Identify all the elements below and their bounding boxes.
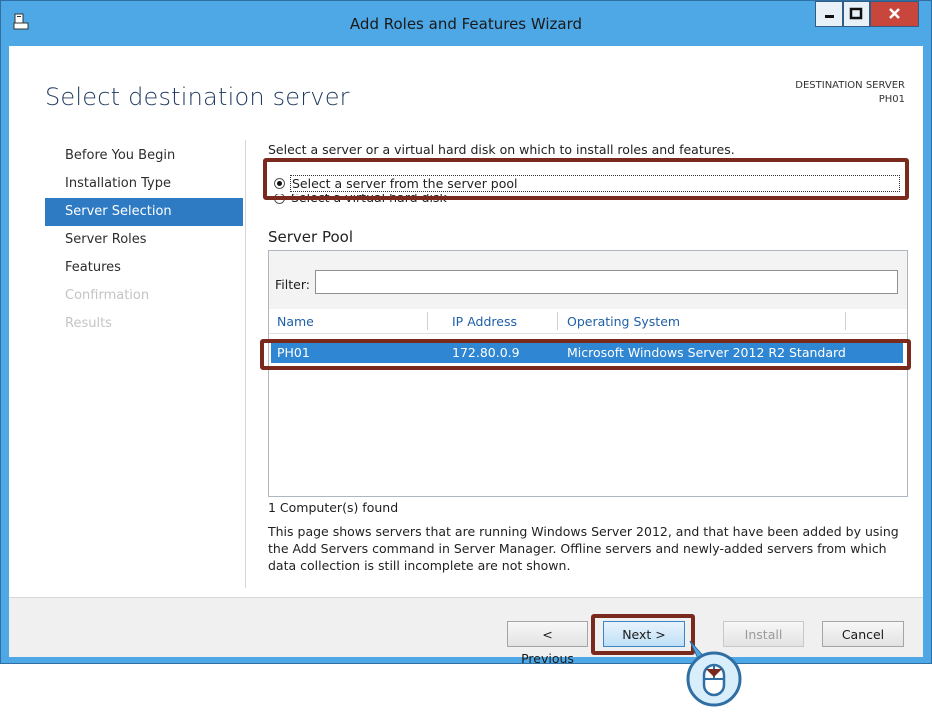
button-bar: < Previous Next > Install Cancel xyxy=(9,597,923,666)
column-divider xyxy=(557,312,558,330)
server-pool-table: Filter: Name IP Address Operating System… xyxy=(268,250,908,497)
title-bar[interactable]: Add Roles and Features Wizard xyxy=(1,1,931,45)
mouse-click-icon xyxy=(686,640,742,707)
maximize-button[interactable] xyxy=(843,1,870,27)
destination-server: DESTINATION SERVER PH01 xyxy=(795,79,905,107)
filter-label: Filter: xyxy=(275,277,310,292)
row-ip: 172.80.0.9 xyxy=(452,345,520,360)
nav-item-installation-type[interactable]: Installation Type xyxy=(45,170,243,198)
window-title: Add Roles and Features Wizard xyxy=(349,15,583,33)
filter-bar: Filter: xyxy=(269,251,907,310)
close-icon xyxy=(889,8,900,19)
column-divider xyxy=(845,312,846,330)
column-operating-system[interactable]: Operating System xyxy=(567,314,680,329)
cancel-button[interactable]: Cancel xyxy=(822,621,904,647)
radio-unselected-icon xyxy=(274,194,285,204)
radio-virtual-disk-label: Select a virtual hard disk xyxy=(291,194,447,205)
wizard-nav: Before You Begin Installation Type Serve… xyxy=(45,142,243,338)
wizard-content: Select destination server DESTINATION SE… xyxy=(9,46,923,666)
minimize-icon xyxy=(825,15,834,18)
table-row[interactable]: PH01 172.80.0.9 Microsoft Windows Server… xyxy=(271,342,903,363)
row-name: PH01 xyxy=(277,345,310,360)
nav-item-before-you-begin[interactable]: Before You Begin xyxy=(45,142,243,170)
row-os: Microsoft Windows Server 2012 R2 Standar… xyxy=(567,345,846,360)
close-button[interactable] xyxy=(870,1,919,27)
server-pool-title: Server Pool xyxy=(268,228,353,246)
filter-input[interactable] xyxy=(315,270,898,294)
column-divider xyxy=(427,312,428,330)
nav-item-server-selection[interactable]: Server Selection xyxy=(45,198,243,226)
found-count: 1 Computer(s) found xyxy=(268,500,399,515)
minimize-button[interactable] xyxy=(815,1,843,27)
destination-server-value: PH01 xyxy=(878,94,905,105)
instruction-text: Select a server or a virtual hard disk o… xyxy=(268,142,735,157)
radio-server-pool-label: Select a server from the server pool xyxy=(290,175,900,192)
nav-item-results: Results xyxy=(65,316,112,331)
column-ip-address[interactable]: IP Address xyxy=(452,314,517,329)
radio-virtual-disk[interactable]: Select a virtual hard disk xyxy=(274,194,447,206)
nav-divider xyxy=(245,140,246,588)
column-name[interactable]: Name xyxy=(277,314,314,329)
destination-server-label: DESTINATION SERVER xyxy=(795,80,905,91)
page-title: Select destination server xyxy=(45,83,350,111)
radio-selected-icon xyxy=(274,178,285,189)
wizard-window: Add Roles and Features Wizard Select des… xyxy=(0,0,932,666)
nav-item-features[interactable]: Features xyxy=(45,254,243,282)
maximize-icon xyxy=(849,7,863,20)
radio-server-pool[interactable]: Select a server from the server pool xyxy=(274,175,900,192)
nav-item-server-roles[interactable]: Server Roles xyxy=(45,226,243,254)
next-button[interactable]: Next > xyxy=(603,621,685,647)
nav-item-confirmation: Confirmation xyxy=(65,288,150,303)
table-header: Name IP Address Operating System xyxy=(269,309,907,334)
previous-button[interactable]: < Previous xyxy=(507,621,588,666)
description-text: This page shows servers that are running… xyxy=(268,524,899,573)
